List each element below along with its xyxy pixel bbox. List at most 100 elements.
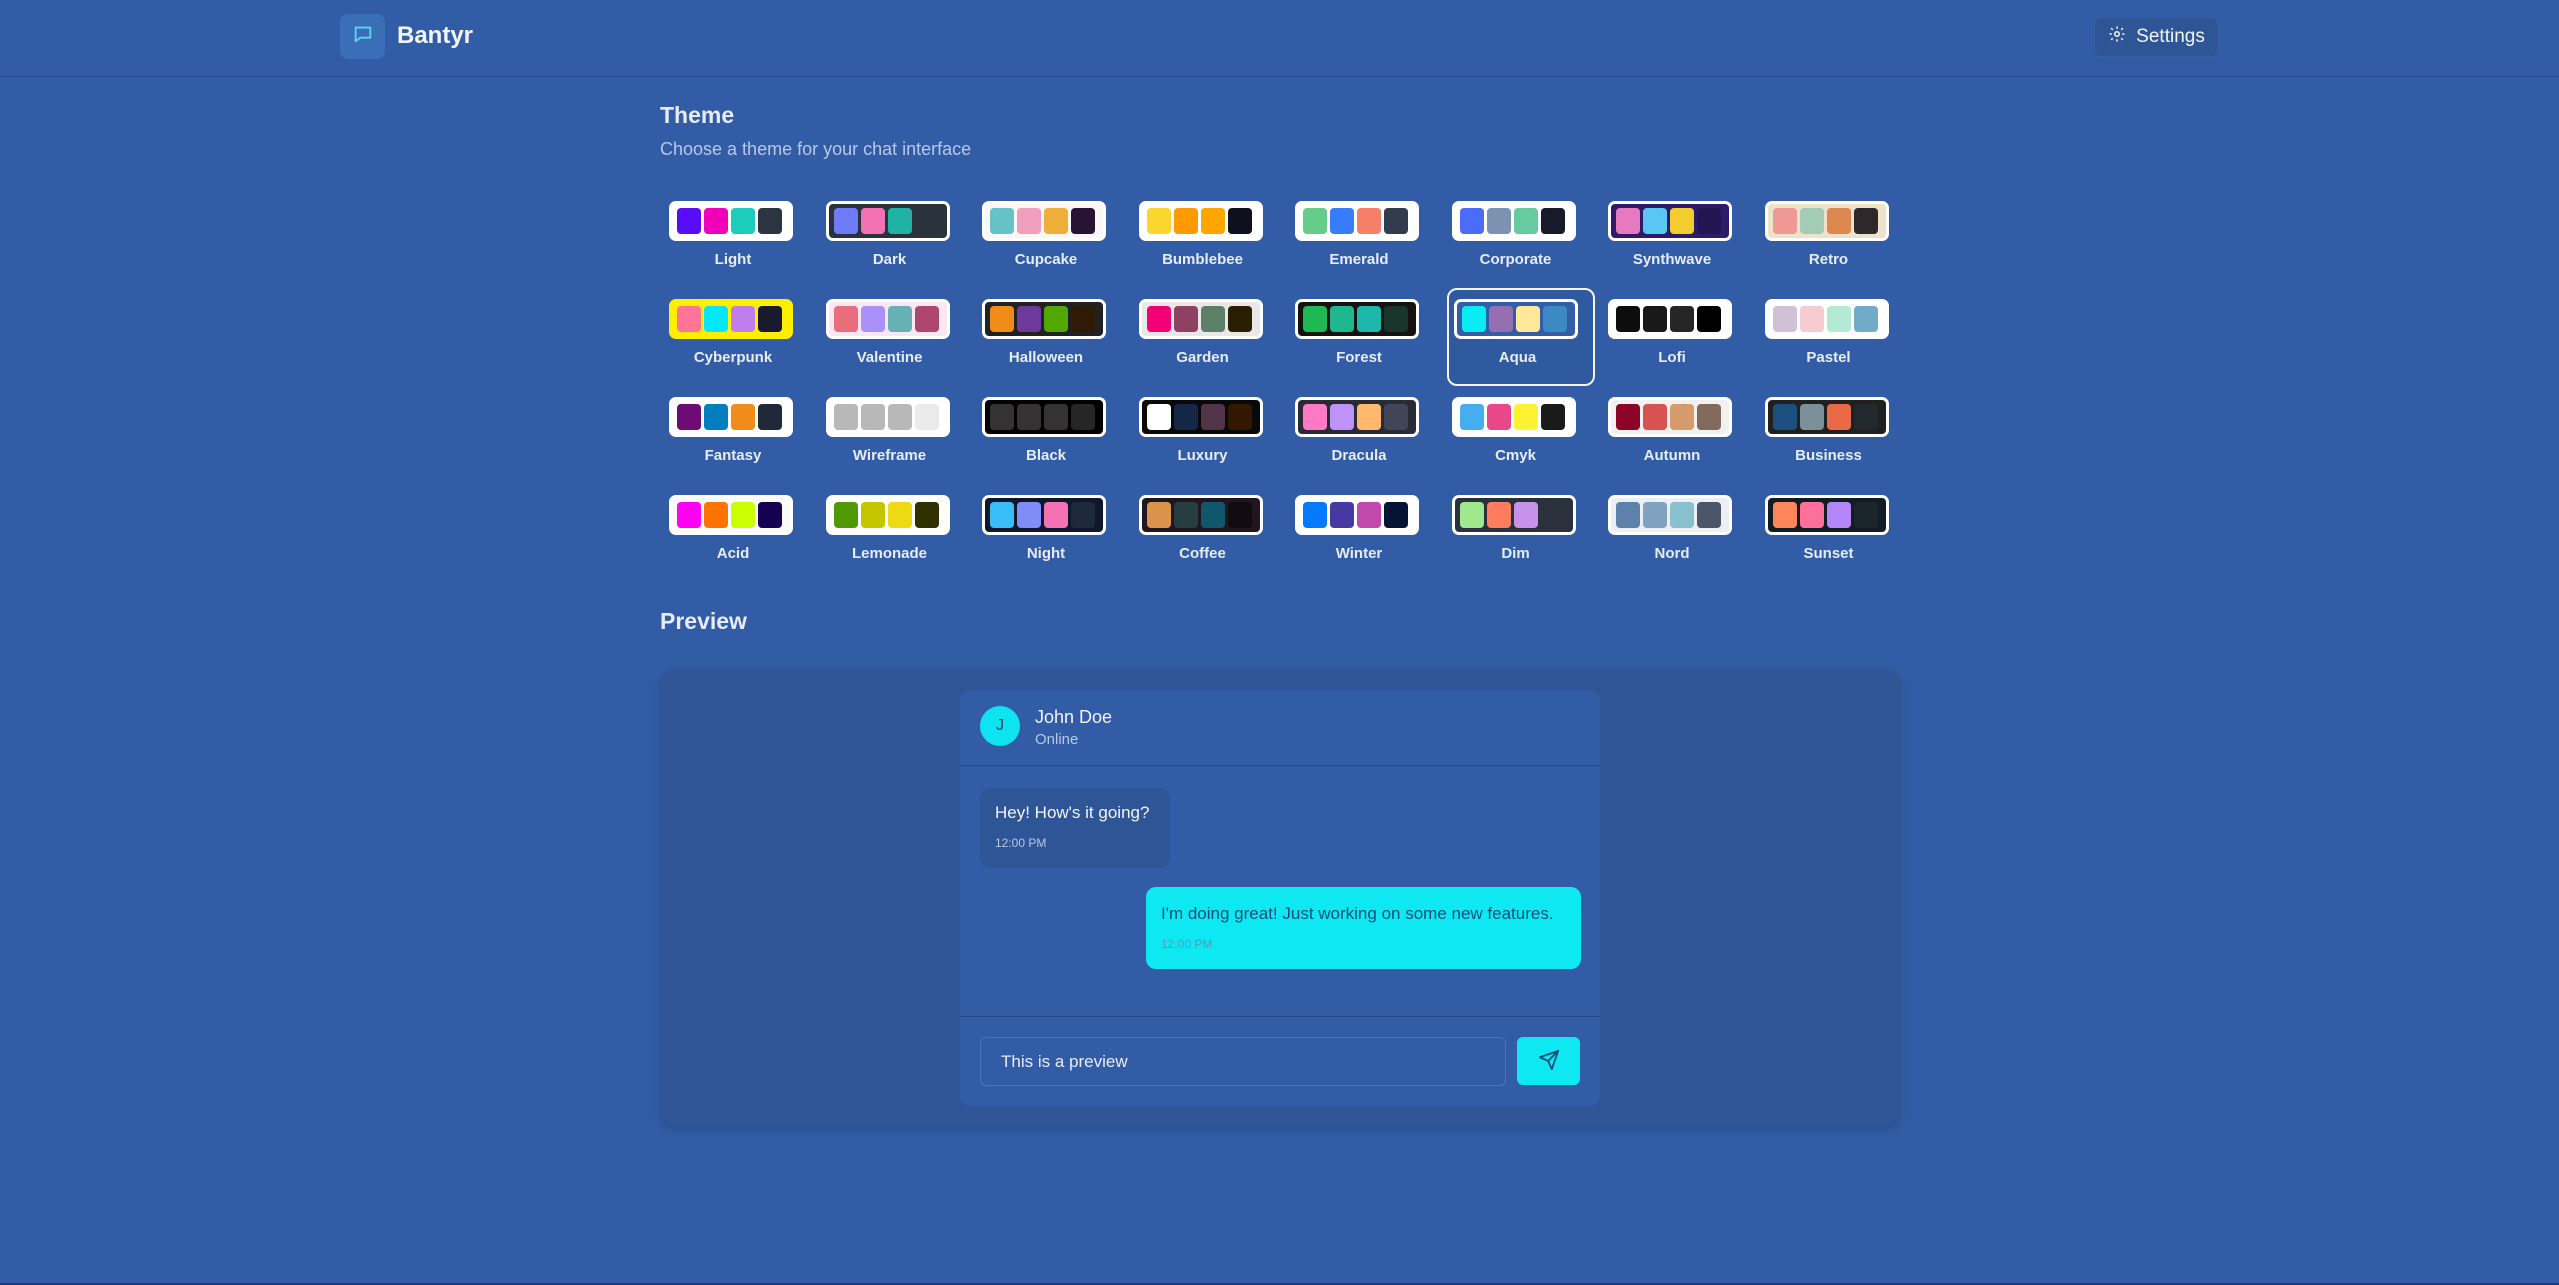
color-swatch: [1616, 404, 1640, 430]
message-time: 12:00 PM: [995, 836, 1047, 850]
color-swatch: [990, 404, 1014, 430]
color-swatch: [677, 306, 701, 332]
theme-swatch-row: [1764, 299, 1889, 339]
theme-option-sunset[interactable]: Sunset: [1756, 487, 1913, 585]
color-swatch: [887, 502, 912, 528]
theme-name: Pastel: [1806, 349, 1851, 366]
color-swatch: [1488, 306, 1513, 332]
color-swatch: [1697, 502, 1721, 528]
message-time: 12:00 PM: [1161, 937, 1213, 951]
theme-option-light[interactable]: Light: [660, 193, 817, 291]
theme-option-garden[interactable]: Garden: [1130, 291, 1287, 389]
theme-name: Valentine: [856, 349, 923, 366]
theme-option-synthwave[interactable]: Synthwave: [1599, 193, 1756, 291]
color-swatch: [1697, 306, 1721, 332]
color-swatch: [1357, 208, 1381, 234]
theme-option-coffee[interactable]: Coffee: [1130, 487, 1287, 585]
color-swatch: [731, 306, 755, 332]
color-swatch: [1017, 404, 1041, 430]
message-input[interactable]: [980, 1037, 1506, 1086]
color-swatch: [758, 404, 782, 430]
theme-option-lofi[interactable]: Lofi: [1599, 291, 1756, 389]
theme-option-lemonade[interactable]: Lemonade: [817, 487, 974, 585]
theme-option-dracula[interactable]: Dracula: [1286, 389, 1443, 487]
color-swatch: [1330, 208, 1354, 234]
color-swatch: [1616, 502, 1640, 528]
color-swatch: [1513, 404, 1538, 430]
theme-option-luxury[interactable]: Luxury: [1130, 389, 1287, 487]
theme-swatch-row: [1608, 201, 1732, 241]
theme-option-business[interactable]: Business: [1756, 389, 1913, 487]
color-swatch: [1357, 404, 1381, 430]
color-swatch: [1853, 306, 1878, 332]
theme-option-winter[interactable]: Winter: [1286, 487, 1443, 585]
theme-option-emerald[interactable]: Emerald: [1286, 193, 1443, 291]
theme-option-dark[interactable]: Dark: [817, 193, 974, 291]
color-swatch: [1799, 502, 1824, 528]
color-swatch: [990, 208, 1014, 234]
color-swatch: [1772, 502, 1797, 528]
chat-bubble-icon: [352, 23, 374, 50]
color-swatch: [990, 306, 1014, 332]
theme-swatch-row: [1451, 201, 1576, 241]
color-swatch: [1044, 502, 1068, 528]
send-button[interactable]: [1517, 1037, 1580, 1085]
color-swatch: [1330, 502, 1354, 528]
color-swatch: [1542, 306, 1567, 332]
theme-option-cyberpunk[interactable]: Cyberpunk: [660, 291, 817, 389]
theme-option-dim[interactable]: Dim: [1443, 487, 1600, 585]
theme-name: Dracula: [1331, 447, 1387, 464]
color-swatch: [1303, 208, 1327, 234]
theme-swatch-row: [825, 397, 950, 437]
theme-option-cupcake[interactable]: Cupcake: [973, 193, 1130, 291]
color-swatch: [1071, 208, 1095, 234]
theme-option-wireframe[interactable]: Wireframe: [817, 389, 974, 487]
theme-option-black[interactable]: Black: [973, 389, 1130, 487]
theme-grid: Light Dark Cupcake Bumblebee Emerald Corporat…: [660, 193, 1900, 585]
theme-option-retro[interactable]: Retro: [1756, 193, 1913, 291]
color-swatch: [1044, 306, 1068, 332]
theme-option-fantasy[interactable]: Fantasy: [660, 389, 817, 487]
theme-swatch-row: [825, 201, 950, 241]
color-swatch: [1826, 306, 1851, 332]
settings-button[interactable]: Settings: [2094, 17, 2219, 57]
theme-option-night[interactable]: Night: [973, 487, 1130, 585]
theme-swatch-row: [1138, 495, 1263, 535]
color-swatch: [704, 404, 728, 430]
color-swatch: [1384, 306, 1408, 332]
theme-option-autumn[interactable]: Autumn: [1599, 389, 1756, 487]
theme-name: Dark: [872, 251, 907, 268]
app-name[interactable]: Bantyr: [397, 22, 473, 50]
theme-option-acid[interactable]: Acid: [660, 487, 817, 585]
theme-option-pastel[interactable]: Pastel: [1756, 291, 1913, 389]
theme-option-corporate[interactable]: Corporate: [1443, 193, 1600, 291]
color-swatch: [1772, 404, 1797, 430]
theme-name: Lemonade: [851, 545, 927, 562]
theme-option-cmyk[interactable]: Cmyk: [1443, 389, 1600, 487]
avatar: J: [980, 706, 1020, 746]
color-swatch: [1071, 502, 1095, 528]
color-swatch: [1227, 306, 1252, 332]
color-swatch: [1540, 208, 1565, 234]
theme-option-aqua[interactable]: Aqua: [1446, 288, 1595, 386]
theme-name: Acid: [716, 545, 750, 562]
theme-option-valentine[interactable]: Valentine: [817, 291, 974, 389]
color-swatch: [1697, 404, 1721, 430]
contact-name: John Doe: [1035, 707, 1113, 727]
theme-swatch-row: [669, 495, 793, 535]
theme-option-forest[interactable]: Forest: [1286, 291, 1443, 389]
color-swatch: [1853, 208, 1878, 234]
color-swatch: [860, 208, 885, 234]
color-swatch: [1071, 404, 1095, 430]
theme-option-halloween[interactable]: Halloween: [973, 291, 1130, 389]
color-swatch: [1227, 208, 1252, 234]
theme-option-bumblebee[interactable]: Bumblebee: [1130, 193, 1287, 291]
theme-swatch-row: [1608, 299, 1732, 339]
app-logo[interactable]: [340, 14, 385, 59]
color-swatch: [1670, 306, 1694, 332]
theme-swatch-row: [669, 201, 793, 241]
color-swatch: [1853, 502, 1878, 528]
theme-option-nord[interactable]: Nord: [1599, 487, 1756, 585]
color-swatch: [731, 502, 755, 528]
theme-name: Synthwave: [1632, 251, 1712, 268]
